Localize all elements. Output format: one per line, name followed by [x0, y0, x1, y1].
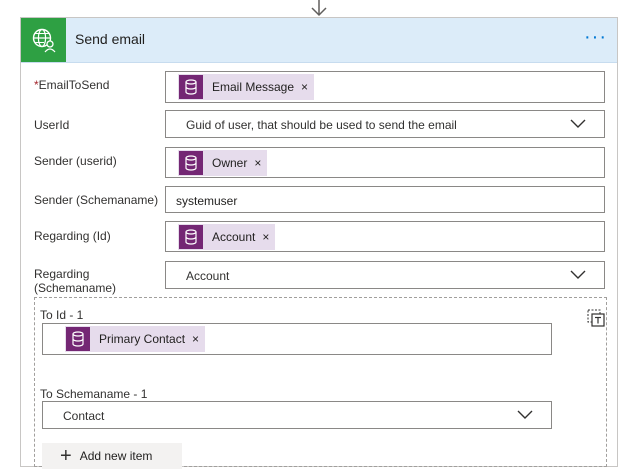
- regarding-schemaname-value: Account: [186, 269, 230, 283]
- token-label: Owner: [212, 156, 248, 170]
- to-schemaname-label: To Schemaname - 1: [40, 387, 148, 401]
- dynamic-content-token: Primary Contact ×: [65, 326, 206, 352]
- email-to-send-label: *EmailToSend: [34, 78, 109, 92]
- database-icon: [179, 225, 203, 249]
- email-to-send-field[interactable]: Email Message ×: [165, 71, 605, 103]
- remove-token-button[interactable]: ×: [254, 156, 261, 170]
- to-schemaname-value: Contact: [63, 409, 105, 423]
- token-label: Account: [212, 230, 256, 244]
- chevron-down-icon: [517, 410, 533, 419]
- more-options-button[interactable]: ···: [584, 26, 607, 49]
- regarding-schemaname-label-line2: (Schemaname): [34, 281, 117, 295]
- globe-user-icon: [21, 18, 66, 62]
- sender-userid-label: Sender (userid): [34, 154, 117, 168]
- database-icon: [179, 151, 203, 175]
- userid-select[interactable]: Guid of user, that should be used to sen…: [165, 110, 605, 138]
- connector-arrow-icon: [311, 0, 327, 17]
- token-label: Primary Contact: [99, 332, 186, 346]
- switch-to-text-mode-icon[interactable]: [587, 309, 605, 327]
- sender-schemaname-input[interactable]: systemuser: [165, 186, 605, 213]
- database-icon: [179, 75, 203, 99]
- regarding-schemaname-label: Regarding (Schemaname): [34, 267, 116, 295]
- regarding-id-label: Regarding (Id): [34, 229, 111, 243]
- regarding-id-field[interactable]: Account ×: [165, 221, 605, 252]
- sender-schemaname-label: Sender (Schemaname): [34, 193, 159, 207]
- sender-schemaname-value: systemuser: [176, 194, 238, 208]
- to-schemaname-select[interactable]: Contact: [42, 401, 552, 429]
- regarding-schemaname-select[interactable]: Account: [165, 261, 605, 289]
- plus-icon: +: [60, 445, 72, 467]
- chevron-down-icon: [570, 119, 586, 128]
- dynamic-content-token: Account ×: [178, 224, 276, 250]
- to-id-field[interactable]: Primary Contact ×: [42, 323, 552, 355]
- remove-token-button[interactable]: ×: [301, 80, 308, 94]
- to-array-section: To Id - 1 Primary Contact × To Schemanam…: [34, 297, 607, 469]
- sender-userid-field[interactable]: Owner ×: [165, 147, 605, 178]
- card-header[interactable]: Send email ···: [21, 18, 617, 63]
- card-title: Send email: [75, 31, 146, 47]
- dynamic-content-token: Owner ×: [178, 150, 268, 176]
- userid-label: UserId: [34, 118, 70, 132]
- userid-placeholder: Guid of user, that should be used to sen…: [186, 118, 457, 132]
- chevron-down-icon: [570, 270, 586, 279]
- dynamic-content-token: Email Message ×: [178, 74, 315, 100]
- send-email-card: Send email ··· *EmailToSend Email Messag…: [20, 17, 618, 469]
- database-icon: [66, 327, 90, 351]
- add-new-item-button[interactable]: + Add new item: [42, 443, 182, 469]
- token-label: Email Message: [212, 80, 295, 94]
- email-to-send-label-text: EmailToSend: [38, 78, 110, 92]
- remove-token-button[interactable]: ×: [192, 332, 199, 346]
- remove-token-button[interactable]: ×: [262, 230, 269, 244]
- regarding-schemaname-label-line1: Regarding: [34, 267, 90, 281]
- to-id-label: To Id - 1: [40, 308, 84, 322]
